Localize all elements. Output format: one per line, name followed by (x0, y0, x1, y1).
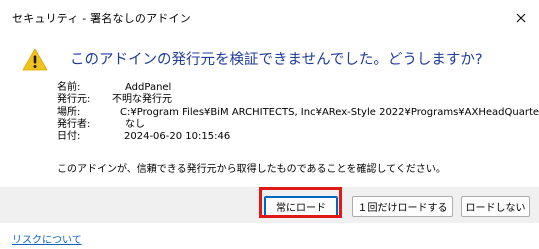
detail-row-signer: 発行者: なし (57, 119, 539, 131)
addin-details: 名前: AddPanel 発行元: 不明な発行元 場所: C:¥Program … (57, 82, 539, 143)
name-value: AddPanel (125, 82, 172, 93)
name-label: 名前: (57, 82, 81, 93)
location-value: C:¥Program Files¥BiM ARCHITECTS, Inc¥ARe… (120, 106, 539, 118)
load-once-button[interactable]: １回だけロードする (352, 196, 453, 217)
highlight-box (259, 187, 342, 218)
date-value: 2024-06-20 10:15:46 (124, 131, 231, 143)
date-label: 日付: (57, 131, 81, 143)
signer-label: 発行者: (57, 118, 91, 130)
detail-row-name: 名前: AddPanel (57, 82, 539, 94)
detail-row-publisher: 発行元: 不明な発行元 (57, 94, 539, 106)
close-button[interactable] (503, 0, 539, 36)
title-bar: セキュリティ - 署名なしのアドイン (0, 0, 539, 36)
publisher-value: 不明な発行元 (112, 94, 172, 106)
detail-row-date: 日付: 2024-06-20 10:15:46 (57, 131, 539, 143)
risk-link[interactable]: リスクについて (12, 231, 82, 246)
dialog-header: このアドインの発行元を検証できませんでした。どうしますか? (22, 44, 532, 76)
do-not-load-button[interactable]: ロードしない (461, 196, 530, 217)
confirm-text: このアドインが、信頼できる発行元から取得したものであることを確認してください。 (57, 164, 446, 175)
publisher-label: 発行元: (57, 94, 91, 106)
warning-icon (22, 48, 48, 71)
signer-value: なし (125, 118, 145, 130)
footer: リスクについて (0, 223, 539, 249)
headline: このアドインの発行元を検証できませんでした。どうしますか? (70, 52, 483, 68)
detail-row-location: 場所: C:¥Program Files¥BiM ARCHITECTS, Inc… (57, 107, 539, 119)
close-icon (516, 13, 526, 23)
location-label: 場所: (57, 106, 81, 118)
window-title: セキュリティ - 署名なしのアドイン (12, 12, 191, 25)
